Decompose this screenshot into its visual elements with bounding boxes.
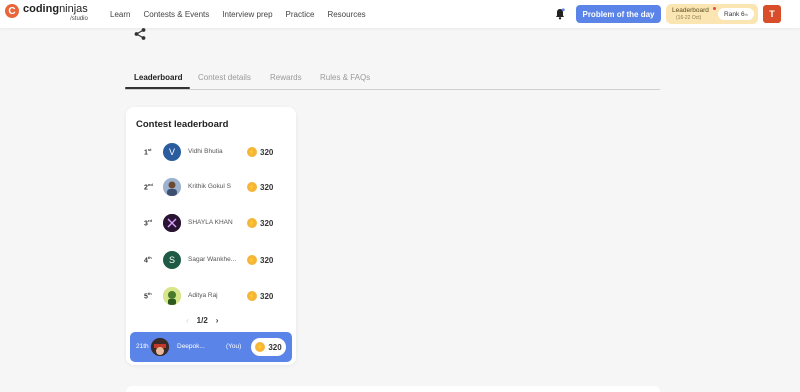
logo-text: codingninjas /studio bbox=[23, 3, 88, 23]
coin-icon: ⚡ bbox=[247, 255, 257, 265]
leaderboard-rank-pill[interactable]: Leaderboard (16-22 Oct) Rank 6th bbox=[666, 4, 758, 24]
rank-box: Rank 6th bbox=[718, 8, 754, 20]
your-rank-row[interactable]: 21th Deepok... (You) ⚡ 320 bbox=[130, 332, 292, 362]
next-page-button[interactable]: › bbox=[216, 316, 219, 325]
your-name: Deepok... bbox=[177, 343, 205, 350]
leaderboard-row[interactable]: 2nd Krithik Gokul S ⚡ 320 bbox=[126, 177, 296, 197]
tab-leaderboard[interactable]: Leaderboard bbox=[134, 73, 182, 82]
logo-name-light: ninjas bbox=[59, 3, 88, 15]
coin-icon: ⚡ bbox=[247, 291, 257, 301]
coin-icon: ⚡ bbox=[247, 182, 257, 192]
points: ⚡ 320 bbox=[247, 254, 273, 266]
leaderboard-row[interactable]: 5th Aditya Raj ⚡ 320 bbox=[126, 286, 296, 306]
share-icon[interactable] bbox=[133, 27, 147, 41]
participant-name: Vidhi Bhutia bbox=[188, 148, 223, 155]
tab-rewards[interactable]: Rewards bbox=[270, 73, 302, 82]
nav-link-contests-events[interactable]: Contests & Events bbox=[143, 10, 209, 19]
leaderboard-pagination: ‹ 1/2 › bbox=[186, 314, 218, 326]
card-title: Contest leaderboard bbox=[136, 119, 229, 130]
rank-position: 2nd bbox=[144, 182, 153, 192]
points: ⚡ 320 bbox=[247, 146, 273, 158]
nav-links: Learn Contests & Events Interview prep P… bbox=[110, 0, 379, 28]
leaderboard-pill-dates: (16-22 Oct) bbox=[676, 15, 702, 21]
points: ⚡ 320 bbox=[247, 290, 273, 302]
rank-label: Rank bbox=[724, 10, 740, 18]
leaderboard-row[interactable]: 4th S Sagar Wankhe... ⚡ 320 bbox=[126, 250, 296, 270]
participant-name: Aditya Raj bbox=[188, 292, 218, 299]
page-indicator: 1/2 bbox=[196, 315, 208, 325]
logo-sub: /studio bbox=[70, 16, 88, 22]
your-points: ⚡ 320 bbox=[251, 338, 286, 356]
avatar: V bbox=[163, 143, 181, 161]
contest-leaderboard-card: Contest leaderboard 1st V Vidhi Bhutia ⚡… bbox=[126, 107, 296, 365]
your-rank: 21th bbox=[136, 343, 149, 350]
previous-page-button[interactable]: ‹ bbox=[186, 316, 189, 325]
points-value: 320 bbox=[260, 147, 274, 157]
leaderboard-notification-dot bbox=[713, 7, 716, 10]
points-value: 320 bbox=[260, 218, 274, 228]
logo-mark-icon: C bbox=[5, 4, 19, 18]
coding-ninjas-logo[interactable]: C codingninjas /studio bbox=[5, 3, 88, 25]
nav-link-resources[interactable]: Resources bbox=[327, 10, 365, 19]
your-points-value: 320 bbox=[268, 342, 282, 352]
participant-name: SHAYLA KHAN bbox=[188, 219, 233, 226]
problem-of-the-day-button[interactable]: Problem of the day bbox=[576, 5, 661, 23]
contest-tabs: Leaderboard Contest details Rewards Rule… bbox=[125, 64, 660, 90]
points: ⚡ 320 bbox=[247, 217, 273, 229]
you-tag: (You) bbox=[226, 343, 242, 350]
logo-name-bold: coding bbox=[23, 3, 60, 15]
points-value: 320 bbox=[260, 255, 274, 265]
points: ⚡ 320 bbox=[247, 181, 273, 193]
avatar bbox=[163, 287, 181, 305]
avatar bbox=[163, 214, 181, 232]
coin-icon: ⚡ bbox=[255, 342, 266, 352]
coin-icon: ⚡ bbox=[247, 218, 257, 228]
rank-suffix: th bbox=[744, 11, 748, 17]
user-avatar[interactable]: T bbox=[763, 5, 781, 23]
nav-link-practice[interactable]: Practice bbox=[286, 10, 315, 19]
avatar: S bbox=[163, 251, 181, 269]
participant-name: Sagar Wankhe... bbox=[188, 256, 237, 263]
participant-name: Krithik Gokul S bbox=[188, 183, 231, 190]
tab-contest-details[interactable]: Contest details bbox=[198, 73, 251, 82]
points-value: 320 bbox=[260, 182, 274, 192]
rank-position: 1st bbox=[144, 147, 152, 157]
next-section-card bbox=[126, 386, 660, 392]
leaderboard-pill-label: Leaderboard bbox=[672, 7, 709, 14]
top-navbar: C codingninjas /studio Learn Contests & … bbox=[0, 0, 800, 28]
leaderboard-row[interactable]: 3rd SHAYLA KHAN ⚡ 320 bbox=[126, 213, 296, 233]
rank-position: 4th bbox=[144, 255, 152, 265]
notification-bell-icon[interactable] bbox=[555, 8, 565, 20]
nav-link-learn[interactable]: Learn bbox=[110, 10, 130, 19]
points-value: 320 bbox=[260, 291, 274, 301]
your-avatar bbox=[151, 338, 169, 356]
nav-link-interview-prep[interactable]: Interview prep bbox=[222, 10, 272, 19]
leaderboard-row[interactable]: 1st V Vidhi Bhutia ⚡ 320 bbox=[126, 142, 296, 162]
rank-position: 5th bbox=[144, 291, 152, 301]
rank-position: 3rd bbox=[144, 218, 152, 228]
tab-rules-faqs[interactable]: Rules & FAQs bbox=[320, 73, 370, 82]
coin-icon: ⚡ bbox=[247, 147, 257, 157]
active-tab-indicator bbox=[125, 87, 190, 89]
avatar bbox=[163, 178, 181, 196]
